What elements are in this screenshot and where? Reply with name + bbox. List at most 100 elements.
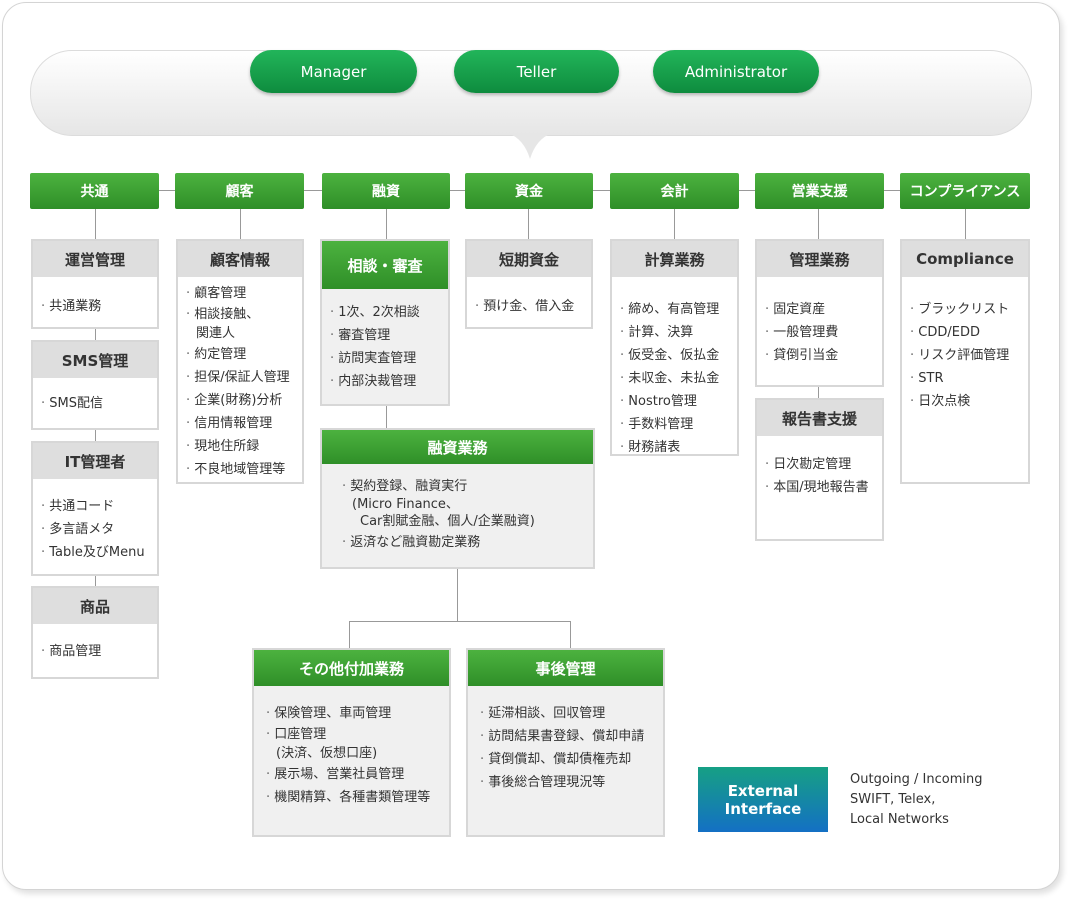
box-short-term-funds: 短期資金 預け金、借入金: [465, 239, 593, 329]
box-title: Compliance: [902, 241, 1028, 277]
list-item: SMS配信: [41, 392, 157, 415]
list-item: 1次、2次相談: [330, 301, 448, 324]
box-customer-info: 顧客情報 顧客管理 相談接触、 関連人 約定管理 担保/保証人管理 企業(財務)…: [176, 239, 304, 484]
list-item: 延滞相談、回収管理: [480, 702, 663, 725]
list-item: リスク評価管理: [910, 344, 1028, 367]
box-consult-review: 相談・審査 1次、2次相談 審査管理 訪問実査管理 内部決裁管理: [320, 239, 450, 406]
list-item: 共通業務: [41, 295, 157, 318]
list-item: 相談接触、: [186, 305, 302, 324]
box-title: 管理業務: [757, 241, 882, 277]
category-funds: 資金: [465, 173, 593, 209]
external-notes: Outgoing / Incoming SWIFT, Telex, Local …: [850, 770, 982, 830]
box-title: 運営管理: [33, 241, 157, 277]
box-product: 商品 商品管理: [31, 586, 159, 679]
list-item: CDD/EDD: [910, 321, 1028, 344]
list-item: Car割賦金融、個人/企業融資): [360, 514, 535, 529]
connector-funds: [528, 209, 529, 239]
cloud-pointer: [508, 133, 552, 159]
box-loan-business: 融資業務 契約登録、融資実行 (Micro Finance、 Car割賦金融、個…: [320, 428, 595, 569]
role-administrator: Administrator: [653, 50, 819, 93]
external-label-line2: Interface: [724, 799, 802, 818]
category-sales-support: 営業支援: [755, 173, 884, 209]
list-item: 締め、有高管理: [620, 298, 737, 321]
box-title: 顧客情報: [178, 241, 302, 277]
list-item: 貸倒償却、償却債権売却: [480, 748, 663, 771]
box-title: IT管理者: [33, 443, 157, 479]
connector-after: [570, 621, 571, 649]
external-note: SWIFT, Telex,: [850, 792, 936, 807]
list-item: 返済など融資勘定業務: [342, 530, 593, 556]
list-item: 信用情報管理: [186, 412, 302, 435]
box-title: 融資業務: [322, 430, 593, 464]
box-operations: 運営管理 共通業務: [31, 239, 159, 329]
box-title: その他付加業務: [254, 650, 449, 686]
list-item: 機関精算、各種書類管理等: [266, 786, 449, 809]
box-sms: SMS管理 SMS配信: [31, 340, 159, 430]
list-item: 日次点検: [910, 390, 1028, 413]
list-item: 展示場、営業社員管理: [266, 763, 449, 786]
list-item: 現地住所録: [186, 435, 302, 458]
list-item: 共通コード: [41, 495, 157, 518]
external-label-line1: External: [727, 781, 799, 800]
role-manager: Manager: [250, 50, 417, 93]
category-loan: 融資: [322, 173, 450, 209]
box-report-support: 報告書支援 日次勘定管理 本国/現地報告書: [755, 398, 884, 541]
box-title: 事後管理: [468, 650, 663, 686]
box-calc-business: 計算業務 締め、有高管理 計算、決算 仮受金、仮払金 未収金、未払金 Nostr…: [610, 239, 739, 456]
list-item: 日次勘定管理: [765, 453, 882, 476]
list-item: 本国/現地報告書: [765, 476, 882, 499]
connector-loan-split: [349, 621, 571, 622]
category-compliance: コンプライアンス: [900, 173, 1030, 209]
list-item: 契約登録、融資実行: [342, 477, 593, 496]
list-item: 預け金、借入金: [475, 295, 591, 318]
box-title: 商品: [33, 588, 157, 624]
connector-other: [349, 621, 350, 649]
list-item: STR: [910, 367, 1028, 390]
list-item: 企業(財務)分析: [186, 389, 302, 412]
list-item: Table及びMenu: [41, 541, 157, 564]
list-item: 約定管理: [186, 343, 302, 366]
box-title: 報告書支援: [757, 400, 882, 436]
box-title: 短期資金: [467, 241, 591, 277]
box-after-management: 事後管理 延滞相談、回収管理 訪問結果書登録、償却申請 貸倒償却、償却債権売却 …: [466, 648, 665, 837]
list-item: ブラックリスト: [910, 298, 1028, 321]
external-note: Local Networks: [850, 812, 949, 827]
list-item: 事後総合管理現況等: [480, 771, 663, 794]
list-item: 貸倒引当金: [765, 344, 882, 367]
list-item: 多言語メタ: [41, 518, 157, 541]
connector-loan: [386, 209, 387, 239]
list-item: 未収金、未払金: [620, 367, 737, 390]
box-other-services: その他付加業務 保険管理、車両管理 口座管理 (決済、仮想口座) 展示場、営業社…: [252, 648, 451, 837]
list-item: 口座管理: [266, 725, 449, 744]
connector-customer: [240, 209, 241, 239]
list-item: 固定資産: [765, 298, 882, 321]
list-item: 関連人: [196, 326, 236, 341]
category-common: 共通: [30, 173, 159, 209]
box-management-business: 管理業務 固定資産 一般管理費 貸倒引当金: [755, 239, 884, 387]
list-item: 顧客管理: [186, 282, 302, 305]
list-item: (Micro Finance、: [352, 497, 459, 512]
box-title: 計算業務: [612, 241, 737, 277]
list-item: 不良地域管理等: [186, 458, 302, 481]
list-item: 担保/保証人管理: [186, 366, 302, 389]
list-item: 手数料管理: [620, 413, 737, 436]
list-item: 審査管理: [330, 324, 448, 347]
connector-compliance: [965, 209, 966, 239]
list-item: 計算、決算: [620, 321, 737, 344]
role-teller: Teller: [454, 50, 619, 93]
category-accounting: 会計: [610, 173, 739, 209]
external-note: Outgoing / Incoming: [850, 772, 983, 787]
list-item: (決済、仮想口座): [276, 746, 378, 761]
list-item: 訪問実査管理: [330, 347, 448, 370]
list-item: 一般管理費: [765, 321, 882, 344]
list-item: 訪問結果書登録、償却申請: [480, 725, 663, 748]
list-item: 仮受金、仮払金: [620, 344, 737, 367]
box-it-admin: IT管理者 共通コード 多言語メタ Table及びMenu: [31, 441, 159, 576]
connector-loan-tree: [457, 568, 458, 622]
list-item: 商品管理: [41, 640, 157, 663]
list-item: 財務諸表: [620, 436, 737, 459]
external-interface-box: External Interface: [698, 767, 828, 832]
box-title: 相談・審査: [322, 241, 448, 289]
connector-accounting: [674, 209, 675, 239]
list-item: 保険管理、車両管理: [266, 702, 449, 725]
